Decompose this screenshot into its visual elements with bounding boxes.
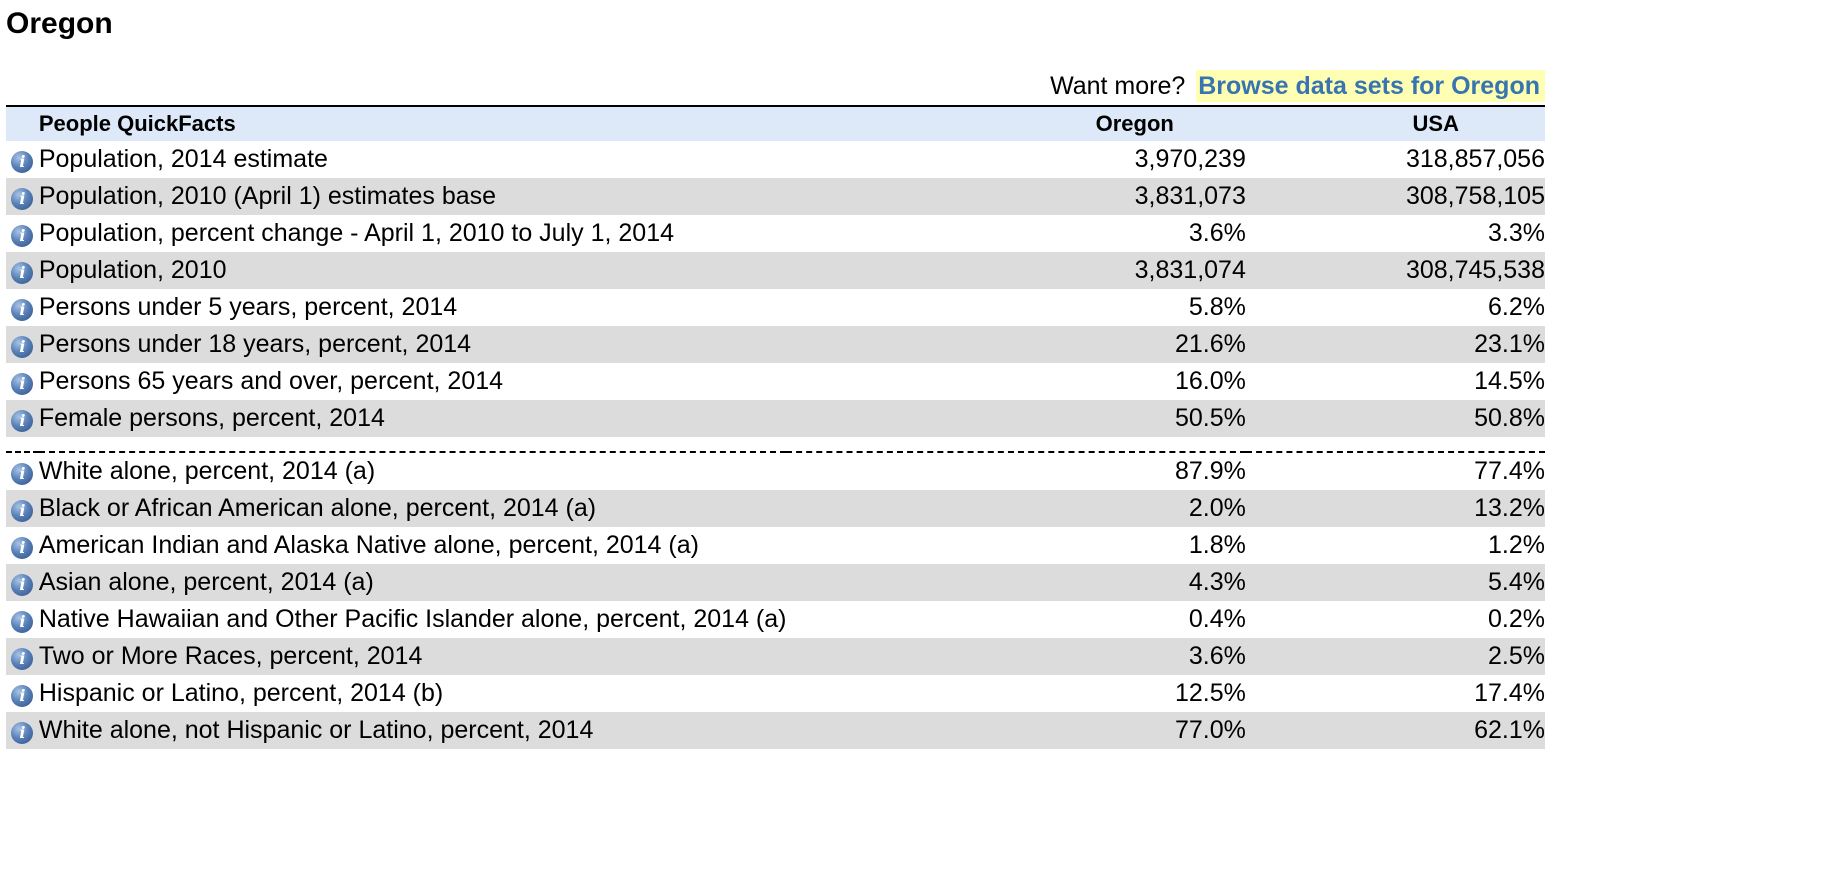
info-icon[interactable]: i (11, 373, 34, 395)
oregon-value: 12.5% (1174, 679, 1246, 707)
row-label: Hispanic or Latino, percent, 2014 (b) (38, 679, 444, 707)
usa-value: 318,857,056 (1405, 145, 1545, 173)
table-row: i Population, 2010 3,831,074 308,745,538 (6, 252, 1545, 289)
usa-value: 5.4% (1488, 568, 1545, 596)
row-label: Population, 2010 (April 1) estimates bas… (38, 182, 497, 210)
table-row: i Persons 65 years and over, percent, 20… (6, 363, 1545, 400)
usa-value: 6.2% (1488, 293, 1545, 321)
oregon-value: 21.6% (1174, 330, 1246, 358)
oregon-value: 3.6% (1188, 219, 1246, 247)
info-icon[interactable]: i (11, 574, 34, 596)
oregon-value: 4.3% (1188, 568, 1246, 596)
table-row: i Population, 2014 estimate 3,970,239 31… (6, 141, 1545, 178)
oregon-value: 2.0% (1188, 494, 1246, 522)
table-row: i Black or African American alone, perce… (6, 490, 1545, 527)
want-more-text: Want more? (1050, 72, 1186, 100)
oregon-value: 16.0% (1174, 367, 1246, 395)
row-label: White alone, not Hispanic or Latino, per… (38, 716, 594, 744)
row-label: Population, percent change - April 1, 20… (38, 219, 674, 247)
oregon-value: 87.9% (1174, 457, 1246, 485)
oregon-value: 3.6% (1188, 642, 1246, 670)
oregon-value: 77.0% (1174, 716, 1246, 744)
usa-value: 17.4% (1474, 679, 1545, 707)
info-icon[interactable]: i (11, 611, 34, 633)
usa-value: 77.4% (1474, 457, 1545, 485)
oregon-value: 1.8% (1188, 531, 1246, 559)
usa-value: 1.2% (1488, 531, 1545, 559)
table-row: i Native Hawaiian and Other Pacific Isla… (6, 601, 1545, 638)
info-icon[interactable]: i (11, 722, 34, 744)
row-label: White alone, percent, 2014 (a) (38, 457, 376, 485)
usa-value: 62.1% (1474, 716, 1545, 744)
header-usa: USA (1412, 111, 1459, 136)
table-row: i Asian alone, percent, 2014 (a) 4.3% 5.… (6, 564, 1545, 601)
quickfacts-table: People QuickFacts Oregon USA i Populatio… (6, 105, 1545, 749)
oregon-value: 50.5% (1174, 404, 1246, 432)
want-more-bar: Want more? Browse data sets for Oregon (1050, 70, 1545, 102)
table-row: i Hispanic or Latino, percent, 2014 (b) … (6, 675, 1545, 712)
table-row: i American Indian and Alaska Native alon… (6, 527, 1545, 564)
usa-value: 3.3% (1488, 219, 1545, 247)
table-row: i Population, percent change - April 1, … (6, 215, 1545, 252)
usa-value: 308,758,105 (1405, 182, 1545, 210)
usa-value: 50.8% (1474, 404, 1545, 432)
row-label: Female persons, percent, 2014 (38, 404, 385, 432)
usa-value: 2.5% (1488, 642, 1545, 670)
info-icon[interactable]: i (11, 225, 34, 247)
info-icon[interactable]: i (11, 648, 34, 670)
table-header-row: People QuickFacts Oregon USA (6, 106, 1545, 141)
oregon-value: 3,831,073 (1134, 182, 1246, 210)
info-icon[interactable]: i (11, 685, 34, 707)
table-row: i White alone, percent, 2014 (a) 87.9% 7… (6, 452, 1545, 490)
table-row: i Persons under 18 years, percent, 2014 … (6, 326, 1545, 363)
info-icon[interactable]: i (11, 262, 34, 284)
row-label: Population, 2014 estimate (38, 145, 328, 173)
row-label: Persons under 18 years, percent, 2014 (38, 330, 472, 358)
row-label: Asian alone, percent, 2014 (a) (38, 568, 374, 596)
table-row: i Persons under 5 years, percent, 2014 5… (6, 289, 1545, 326)
header-people-quickfacts: People QuickFacts (38, 111, 236, 136)
info-icon[interactable]: i (11, 410, 34, 432)
info-icon[interactable]: i (11, 336, 34, 358)
section-divider (6, 437, 1545, 453)
row-label: Population, 2010 (38, 256, 227, 284)
row-label: Persons under 5 years, percent, 2014 (38, 293, 458, 321)
table-row: i Two or More Races, percent, 2014 3.6% … (6, 638, 1545, 675)
oregon-value: 5.8% (1188, 293, 1246, 321)
header-oregon: Oregon (1095, 111, 1174, 136)
oregon-value: 3,831,074 (1134, 256, 1246, 284)
info-icon[interactable]: i (11, 537, 34, 559)
usa-value: 0.2% (1488, 605, 1545, 633)
page-title: Oregon (6, 7, 113, 40)
info-icon[interactable]: i (11, 463, 34, 485)
table-row: i Population, 2010 (April 1) estimates b… (6, 178, 1545, 215)
info-icon[interactable]: i (11, 299, 34, 321)
usa-value: 23.1% (1474, 330, 1545, 358)
usa-value: 13.2% (1474, 494, 1545, 522)
table-row: i Female persons, percent, 2014 50.5% 50… (6, 400, 1545, 437)
oregon-value: 0.4% (1188, 605, 1246, 633)
row-label: Persons 65 years and over, percent, 2014 (38, 367, 504, 395)
info-icon[interactable]: i (11, 151, 34, 173)
info-icon[interactable]: i (11, 500, 34, 522)
row-label: Native Hawaiian and Other Pacific Island… (38, 605, 787, 633)
oregon-value: 3,970,239 (1134, 145, 1246, 173)
usa-value: 14.5% (1474, 367, 1545, 395)
row-label: Black or African American alone, percent… (38, 494, 597, 522)
info-icon[interactable]: i (11, 188, 34, 210)
row-label: Two or More Races, percent, 2014 (38, 642, 423, 670)
usa-value: 308,745,538 (1405, 256, 1545, 284)
browse-data-sets-link[interactable]: Browse data sets for Oregon (1196, 70, 1545, 102)
row-label: American Indian and Alaska Native alone,… (38, 531, 699, 559)
table-row: i White alone, not Hispanic or Latino, p… (6, 712, 1545, 749)
